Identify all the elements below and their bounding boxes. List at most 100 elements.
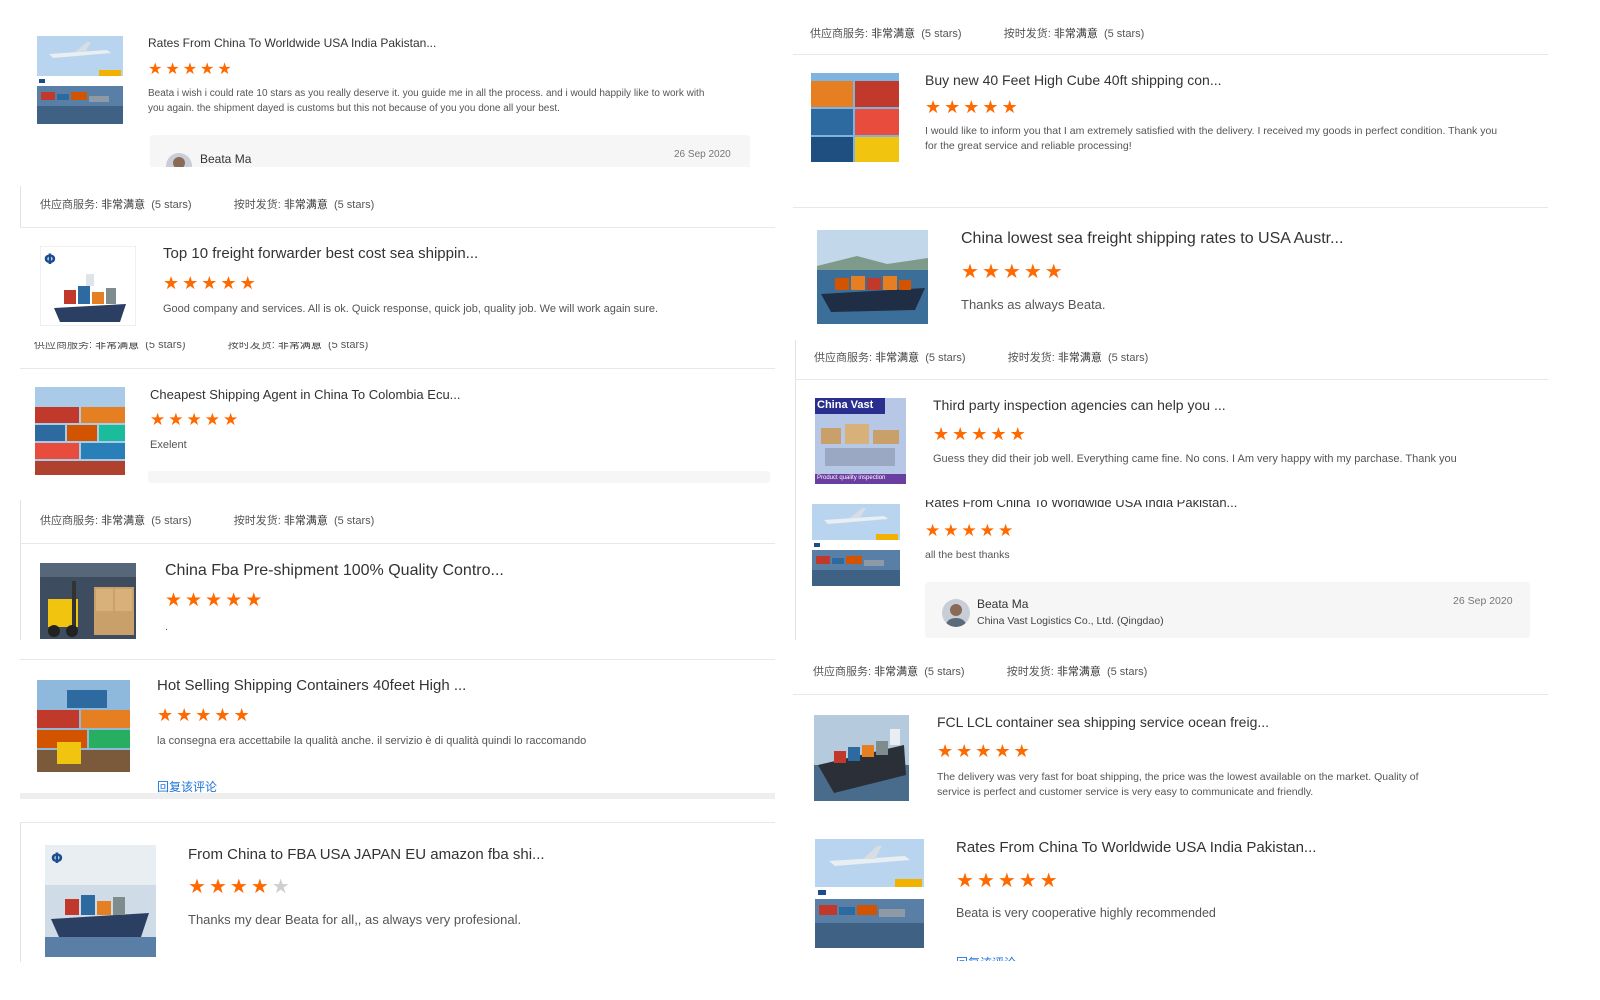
airplane-port-icon [812, 504, 900, 586]
review-title[interactable]: Rates From China To Worldwide USA India … [148, 36, 436, 50]
star-icon: ★ [182, 273, 199, 293]
review-text: la consegna era accettabile la qualità a… [157, 735, 587, 747]
product-image[interactable] [817, 230, 928, 324]
star-icon: ★ [982, 97, 999, 117]
review-text: all the best thanks [925, 549, 1010, 561]
product-image[interactable] [811, 73, 899, 162]
product-image[interactable] [812, 504, 900, 586]
review-title[interactable]: Top 10 freight forwarder best cost sea s… [163, 245, 478, 262]
review-text: Exelent [150, 439, 187, 451]
reviewer-company: China Vast Logistics Co., Ltd. (Qingdao) [977, 615, 1164, 627]
star-icon: ★ [1009, 424, 1026, 444]
rating-meta: 供应商服务: 非常满意 (5 stars) 按时发货: 非常满意 (5 star… [34, 342, 369, 351]
product-image[interactable]: Φ [40, 246, 136, 326]
star-icon: ★ [1018, 870, 1037, 892]
star-icon: ★ [963, 97, 980, 117]
star-icon: ★ [233, 705, 250, 725]
star-icon: ★ [201, 273, 218, 293]
supplier-reply [148, 471, 770, 483]
review-title[interactable]: Cheapest Shipping Agent in China To Colo… [150, 387, 461, 402]
star-icon: ★ [952, 424, 969, 444]
star-icon: ★ [976, 870, 995, 892]
review-title[interactable]: China lowest sea freight shipping rates … [961, 230, 1343, 248]
star-rating: ★ ★ ★ ★ ★ [148, 62, 235, 78]
divider [20, 793, 775, 799]
star-icon: ★ [250, 876, 269, 898]
review-title[interactable]: From China to FBA USA JAPAN EU amazon fb… [188, 846, 545, 863]
star-icon: ★ [245, 590, 263, 611]
star-icon: ★ [150, 410, 166, 429]
star-icon: ★ [225, 590, 243, 611]
reviewer-name: Beata Ma [977, 597, 1029, 611]
star-icon: ★ [933, 424, 950, 444]
review-title[interactable]: FCL LCL container sea shipping service o… [937, 714, 1269, 730]
star-icon: ★ [205, 590, 223, 611]
star-icon: ★ [195, 705, 212, 725]
rating-meta: 供应商服务: 非常满意 (5 stars) 按时发货: 非常满意 (5 star… [40, 199, 375, 211]
star-icon: ★ [997, 870, 1016, 892]
avatar [942, 599, 970, 627]
review-text: Thanks my dear Beata for all,, as always… [188, 912, 522, 927]
star-icon: ★ [937, 741, 954, 761]
product-image[interactable] [40, 563, 136, 639]
star-icon: ★ [990, 424, 1007, 444]
star-icon: ★ [925, 521, 941, 540]
review-date: 26 Sep 2020 [1453, 595, 1513, 607]
product-image[interactable] [815, 839, 924, 948]
star-rating: ★ ★ ★ ★ ★ [150, 411, 241, 428]
star-icon: ★ [223, 410, 239, 429]
image-caption: Product quality inspection [817, 475, 886, 481]
star-icon: ★ [217, 61, 232, 78]
rating-meta: 供应商服务: 非常满意 (5 stars) 按时发货: 非常满意 (5 star… [814, 352, 1149, 364]
review-text: Guess they did their job well. Everythin… [933, 453, 1457, 465]
airplane-port-icon [815, 839, 924, 948]
star-icon: ★ [188, 876, 206, 898]
product-image[interactable]: China Vast Product quality inspection [815, 398, 906, 484]
star-icon: ★ [208, 876, 227, 898]
star-icon: ★ [1039, 870, 1058, 892]
star-icon: ★ [956, 741, 973, 761]
rating-meta: 供应商服务: 非常满意 (5 stars) 按时发货: 非常满意 (5 star… [40, 515, 375, 527]
review-title[interactable]: Third party inspection agencies can help… [933, 397, 1226, 413]
reviewer-name: Beata Ma [200, 152, 252, 166]
star-icon: ★ [981, 261, 1000, 283]
star-icon: ★ [956, 870, 974, 892]
star-icon: ★ [961, 261, 979, 283]
product-image[interactable] [35, 387, 125, 475]
review-date: 26 Sep 2020 [674, 149, 731, 160]
review-text: Thanks as always Beata. [961, 297, 1106, 312]
svg-text:Φ: Φ [51, 851, 63, 867]
product-image[interactable] [814, 715, 909, 801]
ship-brochure-icon: Φ [45, 845, 156, 957]
star-rating: ★ ★ ★ ★ ★ [961, 262, 1066, 282]
star-rating: ★ ★ ★ ★ ★ [157, 706, 253, 724]
review-title[interactable]: Hot Selling Shipping Containers 40feet H… [157, 677, 466, 694]
product-image[interactable] [37, 36, 123, 124]
product-image[interactable]: Φ [45, 845, 156, 957]
star-icon: ★ [979, 521, 995, 540]
review-title[interactable]: Buy new 40 Feet High Cube 40ft shipping … [925, 72, 1222, 88]
star-icon: ★ [165, 61, 180, 78]
container-yard-icon [37, 680, 130, 772]
warehouse-icon [40, 563, 136, 639]
container-stack-icon [811, 73, 899, 162]
star-icon: ★ [204, 410, 220, 429]
svg-text:Φ: Φ [44, 252, 56, 268]
star-rating: ★ ★ ★ ★ ★ [925, 98, 1021, 116]
star-icon: ★ [220, 273, 237, 293]
star-icon: ★ [200, 61, 215, 78]
star-icon: ★ [165, 590, 183, 611]
star-icon: ★ [943, 521, 959, 540]
star-icon: ★ [157, 705, 174, 725]
review-title[interactable]: Rates From China To Worldwide USA India … [956, 839, 1316, 856]
review-title[interactable]: Rates From China To Worldwide USA India … [925, 500, 1237, 510]
star-rating: ★ ★ ★ ★ ★ [163, 274, 259, 292]
product-image[interactable] [37, 680, 130, 772]
review-text: Beata is very cooperative highly recomme… [956, 906, 1216, 920]
star-icon: ★ [998, 521, 1014, 540]
reply-link[interactable]: 回复该评论 [956, 954, 1016, 961]
star-icon: ★ [239, 273, 256, 293]
review-title[interactable]: China Fba Pre-shipment 100% Quality Cont… [165, 562, 504, 580]
star-icon: ★ [1002, 261, 1021, 283]
star-icon: ★ [994, 741, 1011, 761]
